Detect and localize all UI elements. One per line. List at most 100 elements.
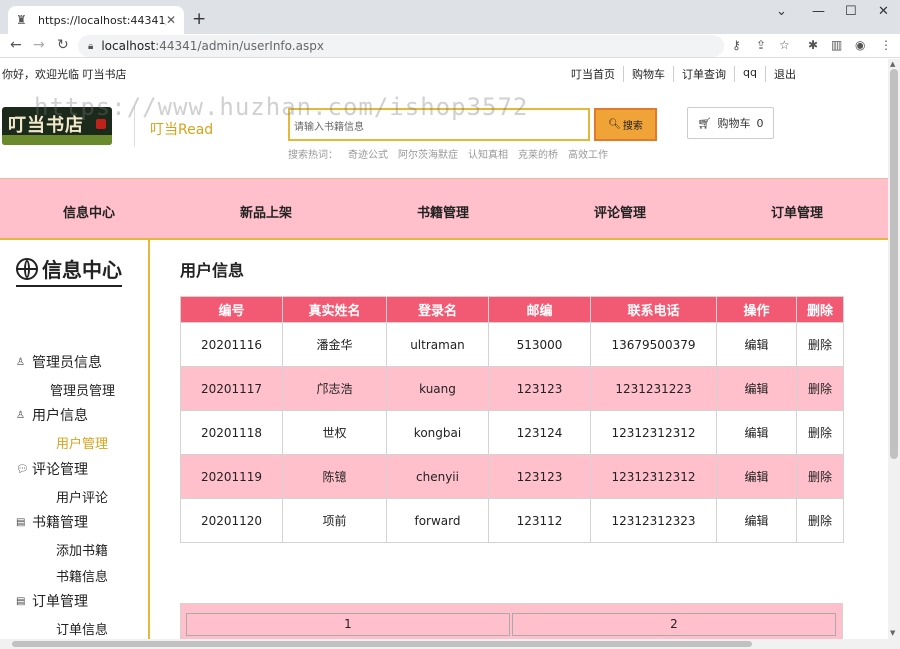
col-header: 操作 <box>716 296 797 323</box>
col-header: 登录名 <box>386 296 489 323</box>
cell-name: 邝志浩 <box>282 366 387 411</box>
table-row: 20201119 陈镱 chenyii 123123 12312312312 编… <box>180 454 844 499</box>
chevron-down-icon[interactable]: ⌄ <box>776 4 787 19</box>
delete-link[interactable]: 删除 <box>796 366 844 411</box>
cell-zip: 513000 <box>488 322 591 367</box>
vertical-scrollbar[interactable]: ▲ ▼ <box>888 59 900 649</box>
user-outline-icon: ♙ <box>16 409 25 421</box>
scroll-up-icon[interactable]: ▲ <box>890 60 895 68</box>
profile-icon[interactable]: ◉ <box>855 38 865 52</box>
sidebar-item-order-info[interactable]: 订单信息 <box>56 619 108 638</box>
edit-link[interactable]: 编辑 <box>716 410 797 455</box>
cell-phone: 12312312323 <box>590 498 717 543</box>
sidepanel-icon[interactable]: ▥ <box>831 38 842 52</box>
sidebar-group-label: 评论管理 <box>32 462 88 478</box>
scroll-down-icon[interactable]: ▼ <box>890 629 895 637</box>
cell-zip: 123124 <box>488 410 591 455</box>
nav-new-arrivals[interactable]: 新品上架 <box>240 202 292 221</box>
sidebar-item-admin-manage[interactable]: 管理员管理 <box>50 380 115 399</box>
edit-link[interactable]: 编辑 <box>716 454 797 499</box>
edit-link[interactable]: 编辑 <box>716 498 797 543</box>
cell-login: forward <box>386 498 489 543</box>
sidebar-group-label: 用户信息 <box>32 408 88 424</box>
edit-link[interactable]: 编辑 <box>716 322 797 367</box>
link-home[interactable]: 叮当首页 <box>563 66 623 82</box>
sidebar-item-book-info[interactable]: 书籍信息 <box>56 566 108 585</box>
sidebar: 信息中心 ♙ 管理员信息 管理员管理 ♙ 用户信息 用户管理 💬︎ 评论管理 用… <box>0 240 150 639</box>
search-button[interactable]: 🔍︎ 搜索 <box>594 108 657 141</box>
address-bar[interactable]: 🔒︎ localhost:44341/admin/userInfo.aspx <box>78 35 724 57</box>
link-logout[interactable]: 退出 <box>765 66 804 82</box>
nav-order-management[interactable]: 订单管理 <box>771 202 823 221</box>
sidebar-group-comments[interactable]: 💬︎ 评论管理 <box>16 459 88 479</box>
sidebar-group-books[interactable]: ▤ 书籍管理 <box>16 512 88 532</box>
site-header: 叮当书店 叮当Read 请输入书籍信息 🔍︎ 搜索 🛒︎ 购物车 0 搜索热词：… <box>0 85 888 175</box>
sidebar-group-admin[interactable]: ♙ 管理员信息 <box>16 352 102 372</box>
link-cart[interactable]: 购物车 <box>623 66 673 82</box>
cart-button[interactable]: 🛒︎ 购物车 0 <box>687 107 774 139</box>
nav-comment-management[interactable]: 评论管理 <box>594 202 646 221</box>
logo-band <box>2 135 112 145</box>
search-icon: 🔍︎ <box>608 119 621 130</box>
link-orders[interactable]: 订单查询 <box>673 66 734 82</box>
link-qq[interactable]: qq <box>734 66 765 82</box>
horizontal-scrollbar[interactable] <box>0 639 888 649</box>
cart-label: 购物车 <box>717 117 751 130</box>
cart-count: 0 <box>756 116 764 130</box>
sidebar-group-orders[interactable]: ▤ 订单管理 <box>16 591 88 611</box>
sidebar-group-users[interactable]: ♙ 用户信息 <box>16 405 88 425</box>
edit-link[interactable]: 编辑 <box>716 366 797 411</box>
hot-word[interactable]: 认知真相 <box>468 146 508 161</box>
delete-link[interactable]: 删除 <box>796 498 844 543</box>
browser-tab[interactable]: ♜ https://localhost:44341/admin ✕ <box>8 6 184 34</box>
main-nav: 信息中心 新品上架 书籍管理 评论管理 订单管理 <box>0 178 888 240</box>
cell-id: 20201116 <box>180 322 283 367</box>
cell-id: 20201118 <box>180 410 283 455</box>
table-row: 20201120 项前 forward 123112 12312312323 编… <box>180 498 844 543</box>
pagination: 1 2 <box>180 603 843 639</box>
reload-icon[interactable]: ↻ <box>57 37 69 53</box>
extensions-icon[interactable]: ✱ <box>808 38 818 52</box>
book-icon: ▤ <box>16 516 26 528</box>
cell-name: 潘金华 <box>282 322 387 367</box>
close-window-icon[interactable]: ✕ <box>878 4 889 19</box>
star-icon[interactable]: ☆ <box>779 38 790 52</box>
delete-link[interactable]: 删除 <box>796 454 844 499</box>
menu-icon[interactable]: ⋮ <box>880 38 892 52</box>
table-row: 20201118 世权 kongbai 123124 12312312312 编… <box>180 410 844 455</box>
col-header: 删除 <box>796 296 844 323</box>
sidebar-item-user-comments[interactable]: 用户评论 <box>56 487 108 506</box>
hot-word[interactable]: 克莱的桥 <box>518 146 558 161</box>
delete-link[interactable]: 删除 <box>796 322 844 367</box>
cell-zip: 123123 <box>488 454 591 499</box>
delete-link[interactable]: 删除 <box>796 410 844 455</box>
forward-icon[interactable]: → <box>33 37 45 53</box>
key-icon[interactable]: ⚷ <box>732 38 741 52</box>
comment-icon: 💬︎ <box>16 463 29 475</box>
new-tab-icon[interactable]: + <box>192 9 206 29</box>
hot-word[interactable]: 阿尔茨海默症 <box>398 146 458 161</box>
share-icon[interactable]: ⇪ <box>756 38 766 52</box>
lock-icon[interactable]: 🔒︎ <box>88 41 93 52</box>
back-icon[interactable]: ← <box>10 37 22 53</box>
minimize-icon[interactable]: — <box>812 4 825 19</box>
sidebar-title: 信息中心 <box>16 254 122 287</box>
welcome-text: 你好，欢迎光临 叮当书店 <box>2 68 127 81</box>
cell-login: ultraman <box>386 322 489 367</box>
col-header: 真实姓名 <box>282 296 387 323</box>
nav-book-management[interactable]: 书籍管理 <box>417 202 469 221</box>
vertical-scroll-thumb[interactable] <box>890 69 898 459</box>
page-button-2[interactable]: 2 <box>512 613 836 636</box>
nav-info-center[interactable]: 信息中心 <box>63 202 115 221</box>
cell-zip: 123112 <box>488 498 591 543</box>
sidebar-item-add-book[interactable]: 添加书籍 <box>56 540 108 559</box>
hot-word[interactable]: 奇迹公式 <box>348 146 388 161</box>
sidebar-item-user-manage[interactable]: 用户管理 <box>56 433 108 452</box>
horizontal-scroll-thumb[interactable] <box>12 641 752 647</box>
page-button-1[interactable]: 1 <box>186 613 510 636</box>
close-tab-icon[interactable]: ✕ <box>166 13 176 27</box>
cell-name: 陈镱 <box>282 454 387 499</box>
hot-word[interactable]: 高效工作 <box>568 146 608 161</box>
maximize-icon[interactable]: ☐ <box>845 4 857 19</box>
user-icon: ♙ <box>16 356 25 368</box>
